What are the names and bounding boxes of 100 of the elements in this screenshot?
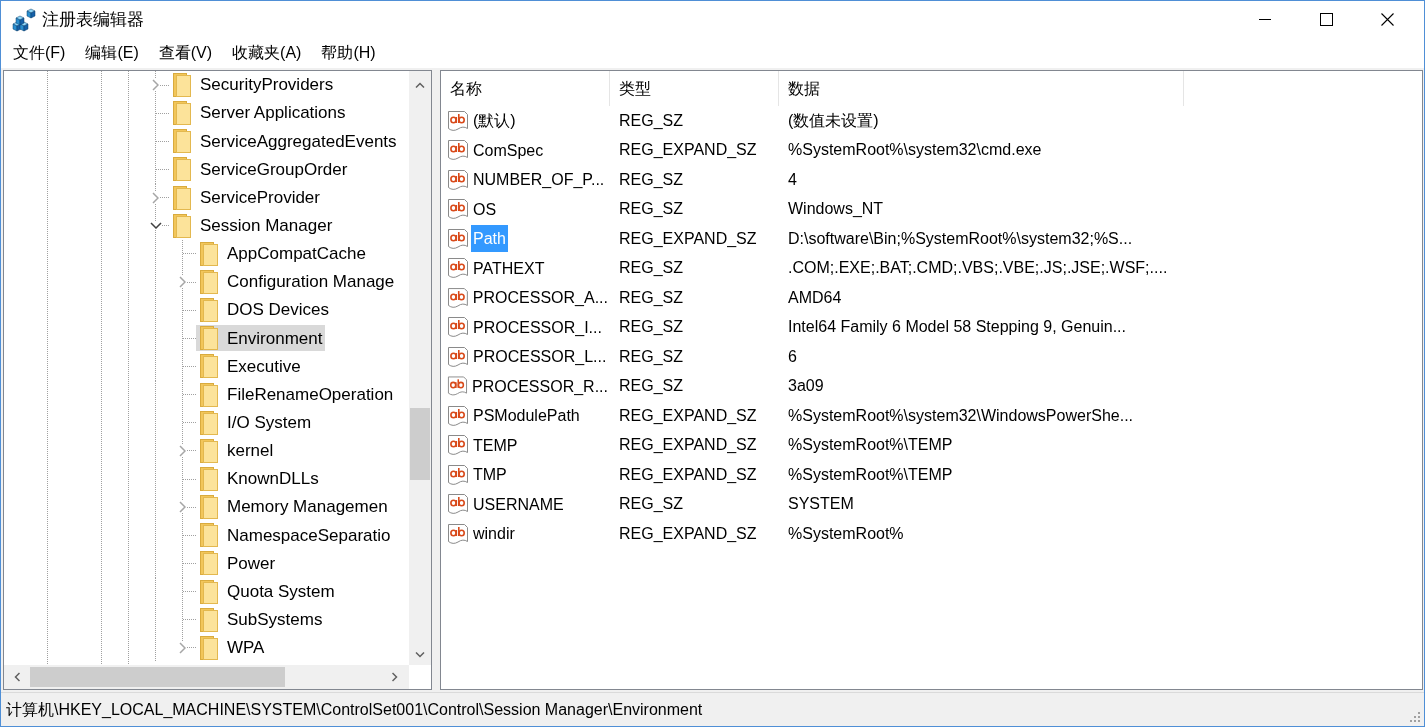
chevron-right-icon[interactable] — [179, 501, 186, 514]
close-icon — [1380, 13, 1394, 26]
tree-item[interactable]: Environment — [196, 325, 326, 352]
scroll-right-icon[interactable] — [392, 672, 398, 682]
folder-icon — [200, 241, 218, 266]
string-value-icon — [447, 227, 469, 250]
folder-icon — [200, 270, 218, 295]
string-value-icon — [447, 286, 469, 309]
value-data: %SystemRoot%\system32\WindowsPowerShe... — [788, 406, 1133, 424]
tree-item[interactable]: WPA — [196, 634, 268, 661]
scroll-left-icon[interactable] — [14, 672, 20, 682]
tree-item[interactable]: Server Applications — [169, 100, 349, 127]
folder-icon — [200, 495, 218, 520]
scrollbar-thumb[interactable] — [410, 408, 430, 480]
scroll-up-icon[interactable] — [415, 82, 425, 88]
string-value-icon — [447, 404, 469, 427]
string-value-icon — [447, 198, 469, 221]
resize-grip-icon[interactable] — [1409, 711, 1420, 722]
chevron-right-icon[interactable] — [179, 444, 186, 457]
folder-icon — [173, 185, 191, 210]
value-name[interactable]: windir — [471, 520, 517, 548]
value-data: Windows_NT — [788, 200, 884, 218]
tree-item[interactable]: Configuration Manage — [196, 269, 398, 296]
value-name[interactable]: PSModulePath — [471, 402, 582, 430]
cubes-icon — [12, 7, 36, 32]
tree-item[interactable]: Session Manager — [169, 212, 336, 239]
tree-item[interactable]: SecurityProviders — [169, 72, 337, 99]
folder-icon — [200, 354, 218, 379]
tree-item[interactable]: I/O System — [196, 409, 315, 436]
tree-item[interactable]: Quota System — [196, 578, 338, 605]
value-name[interactable]: ComSpec — [471, 136, 546, 164]
scroll-down-icon[interactable] — [415, 652, 425, 658]
chevron-right-icon[interactable] — [152, 79, 159, 92]
folder-icon — [200, 326, 218, 351]
folder-icon — [173, 129, 191, 154]
string-value-icon — [447, 139, 469, 162]
tree-item[interactable]: Executive — [196, 353, 304, 380]
chevron-right-icon[interactable] — [179, 641, 186, 654]
value-data: 4 — [788, 170, 797, 188]
value-name[interactable]: PROCESSOR_R... — [469, 372, 610, 400]
menu-item[interactable]: 帮助(H) — [311, 42, 386, 64]
value-type: REG_SZ — [619, 288, 683, 306]
value-name[interactable]: PATHEXT — [471, 254, 547, 282]
value-type: REG_EXPAND_SZ — [619, 436, 757, 454]
value-data: %SystemRoot%\system32\cmd.exe — [788, 141, 1042, 159]
value-name[interactable]: PROCESSOR_I... — [471, 313, 604, 341]
horizontal-scrollbar[interactable] — [4, 665, 409, 689]
tree-item[interactable]: ServiceGroupOrder — [169, 156, 351, 183]
string-value-icon — [447, 493, 469, 516]
tree-item[interactable]: KnownDLLs — [196, 466, 322, 493]
menu-item[interactable]: 收藏夹(A) — [222, 42, 312, 64]
value-data: (数值未设置) — [788, 111, 879, 129]
menu-item[interactable]: 编辑(E) — [75, 42, 149, 64]
tree-item[interactable]: Memory Managemen — [196, 494, 391, 521]
value-name[interactable]: PROCESSOR_L... — [471, 343, 609, 371]
chevron-right-icon[interactable] — [179, 276, 186, 289]
tree-item[interactable]: SubSystems — [196, 606, 326, 633]
string-value-icon — [447, 463, 469, 486]
string-value-icon — [447, 109, 469, 132]
folder-icon — [200, 607, 218, 632]
chevron-right-icon[interactable] — [152, 191, 159, 204]
string-value-icon — [447, 434, 469, 457]
menu-item[interactable]: 文件(F) — [3, 42, 76, 64]
vertical-scrollbar[interactable] — [409, 71, 431, 665]
scrollbar-thumb[interactable] — [30, 667, 285, 687]
string-value-icon — [447, 375, 468, 398]
folder-icon — [200, 579, 218, 604]
value-name[interactable]: (默认) — [471, 107, 518, 135]
tree-item[interactable]: AppCompatCache — [196, 240, 369, 267]
value-type: REG_SZ — [619, 377, 683, 395]
value-type: REG_EXPAND_SZ — [619, 406, 757, 424]
menu-item[interactable]: 查看(V) — [148, 42, 223, 64]
value-name[interactable]: NUMBER_OF_P... — [471, 166, 607, 194]
value-data: AMD64 — [788, 288, 842, 306]
value-name[interactable]: USERNAME — [471, 490, 566, 518]
folder-icon — [200, 635, 218, 660]
maximize-icon — [1319, 13, 1333, 26]
value-type: REG_EXPAND_SZ — [619, 141, 757, 159]
folder-icon — [200, 382, 218, 407]
tree-item[interactable]: Power — [196, 550, 279, 577]
folder-icon — [200, 298, 218, 323]
tree-item[interactable]: kernel — [196, 437, 277, 464]
tree-item[interactable]: NamespaceSeparatio — [196, 522, 394, 549]
value-type: REG_SZ — [619, 347, 683, 365]
tree-item[interactable]: DOS Devices — [196, 297, 333, 324]
folder-icon — [173, 101, 191, 126]
chevron-down-icon[interactable] — [149, 222, 162, 230]
folder-icon — [173, 73, 191, 98]
value-name[interactable]: PROCESSOR_A... — [470, 284, 610, 312]
value-type: REG_SZ — [619, 170, 683, 188]
tree-item[interactable]: ServiceAggregatedEvents — [169, 128, 400, 155]
value-name[interactable]: TMP — [471, 461, 509, 489]
string-value-icon — [447, 316, 469, 339]
folder-icon — [200, 523, 218, 548]
tree-item[interactable]: ServiceProvider — [169, 184, 323, 211]
value-name[interactable]: OS — [471, 195, 499, 223]
value-type: REG_SZ — [619, 111, 683, 129]
value-name[interactable]: TEMP — [471, 431, 520, 459]
tree-item[interactable]: FileRenameOperation — [196, 381, 397, 408]
value-data: D:\software\Bin;%SystemRoot%\system32;%S... — [788, 229, 1133, 247]
